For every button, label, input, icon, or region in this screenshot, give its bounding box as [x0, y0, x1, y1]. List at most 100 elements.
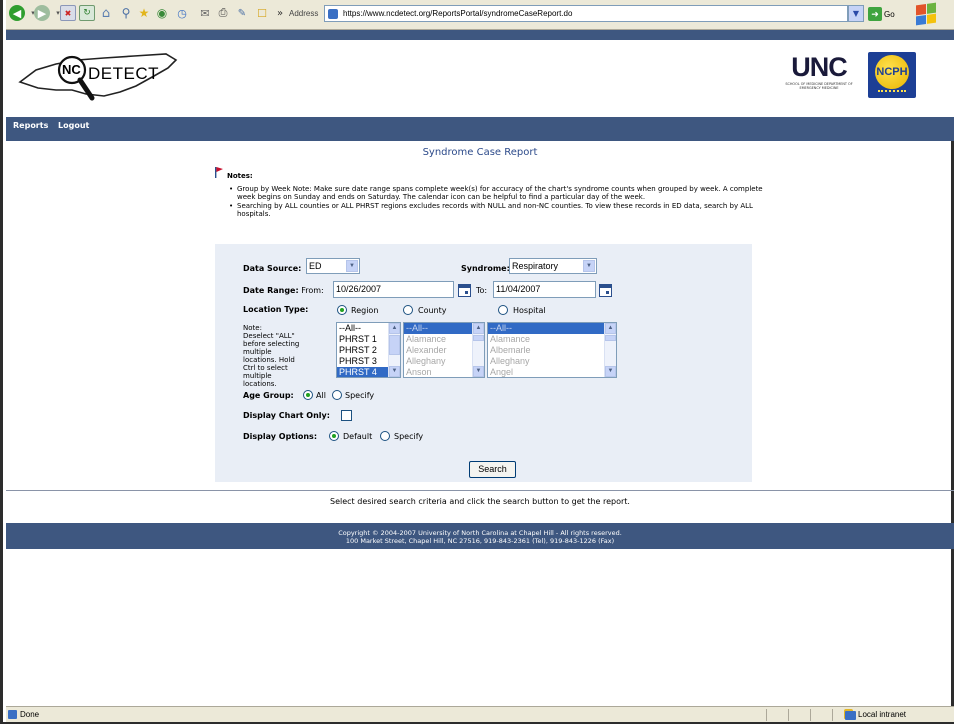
notes-list: Group by Week Note: Make sure date range…	[228, 185, 763, 219]
from-date-input[interactable]: 10/26/2007	[333, 281, 454, 298]
mail-icon[interactable]: ✉	[197, 5, 213, 21]
county-listbox[interactable]: --All-- Alamance Alexander Alleghany Ans…	[403, 322, 485, 378]
edit-icon[interactable]: ✎	[234, 5, 250, 21]
logo-detect-text: DETECT	[88, 64, 159, 83]
nav-logout-link[interactable]: Logout	[58, 121, 89, 130]
scrollbar[interactable]: ▲ ▼	[388, 323, 400, 377]
ncph-logo: NCPH	[868, 52, 916, 98]
nav-reports-link[interactable]: Reports	[13, 121, 48, 130]
calendar-icon[interactable]	[458, 284, 471, 297]
age-specify-radio[interactable]	[332, 390, 342, 400]
data-source-value: ED	[309, 261, 322, 271]
go-button[interactable]: ➜ Go	[868, 6, 895, 22]
page-footer: Copyright © 2004-2007 University of Nort…	[6, 523, 954, 549]
home-icon[interactable]: ⌂	[98, 5, 114, 21]
display-default-radio[interactable]	[329, 431, 339, 441]
display-chart-checkbox[interactable]	[341, 410, 352, 421]
history-icon[interactable]: ◷	[174, 5, 190, 21]
unc-logo-subtext: SCHOOL OF MEDICINE DEPARTMENT OF EMERGEN…	[785, 82, 853, 90]
scroll-up-icon[interactable]: ▲	[605, 323, 616, 334]
ncph-logo-text: NCPH	[876, 66, 908, 78]
media-icon[interactable]: ◉	[154, 5, 170, 21]
display-specify-radio[interactable]	[380, 431, 390, 441]
address-url: https://www.ncdetect.org/ReportsPortal/s…	[343, 9, 573, 18]
location-type-label: Location Type:	[243, 305, 309, 314]
hospital-listbox[interactable]: --All-- Alamance Albemarle Alleghany Ang…	[487, 322, 617, 378]
forward-icon[interactable]: ▶	[34, 5, 50, 21]
intranet-icon	[845, 711, 856, 720]
calendar-icon[interactable]	[599, 284, 612, 297]
address-bar[interactable]: https://www.ncdetect.org/ReportsPortal/s…	[324, 5, 848, 22]
search-button[interactable]: Search	[469, 461, 516, 478]
scroll-down-icon[interactable]: ▼	[605, 366, 616, 377]
header-strip	[6, 30, 954, 40]
display-options-label: Display Options:	[243, 432, 318, 441]
scroll-thumb[interactable]	[605, 335, 616, 341]
more-chevron-icon[interactable]: »	[272, 5, 288, 21]
to-label: To:	[476, 286, 488, 295]
scrollbar[interactable]: ▲ ▼	[604, 323, 616, 377]
chevron-down-icon: ▼	[583, 260, 595, 272]
status-separator	[832, 709, 833, 721]
syndrome-select[interactable]: Respiratory ▼	[509, 258, 597, 274]
address-label: Address	[289, 9, 319, 18]
logo-nc-text: NC	[62, 62, 81, 77]
chevron-down-icon: ▼	[346, 260, 358, 272]
search-icon[interactable]: ⚲	[118, 5, 134, 21]
region-label: Region	[351, 306, 379, 315]
scroll-down-icon[interactable]: ▼	[473, 366, 484, 377]
status-bar: Done Local intranet	[6, 706, 954, 722]
browser-window: ◀ ▾ ▶ ▾ ✖ ↻ ⌂ ⚲ ★ ◉ ◷ ✉ ⎙ ✎ ☐ » Address …	[0, 0, 954, 724]
list-item[interactable]: Alamance	[488, 334, 616, 345]
region-radio[interactable]	[337, 305, 347, 315]
ncph-circle: NCPH	[875, 55, 909, 89]
status-separator	[810, 709, 811, 721]
ncph-decoration	[878, 90, 906, 92]
back-icon[interactable]: ◀	[9, 5, 25, 21]
list-item[interactable]: Alleghany	[488, 356, 616, 367]
page-icon	[328, 9, 338, 19]
display-default-label: Default	[343, 432, 373, 441]
scroll-thumb[interactable]	[389, 335, 400, 355]
status-separator	[788, 709, 789, 721]
scroll-down-icon[interactable]: ▼	[389, 366, 400, 377]
go-arrow-icon: ➜	[868, 7, 882, 21]
search-hint: Select desired search criteria and click…	[330, 497, 630, 506]
status-text: Done	[20, 710, 40, 719]
age-specify-label: Specify	[345, 391, 375, 400]
address-dropdown-icon[interactable]: ▼	[848, 5, 864, 22]
scrollbar[interactable]: ▲ ▼	[472, 323, 484, 377]
page-title: Syndrome Case Report	[422, 147, 538, 158]
list-item[interactable]: Angel	[488, 367, 616, 377]
syndrome-value: Respiratory	[512, 261, 559, 271]
scroll-thumb[interactable]	[473, 335, 484, 341]
list-item[interactable]: --All--	[488, 323, 616, 334]
favorites-icon[interactable]: ★	[136, 5, 152, 21]
footer-copyright: Copyright © 2004-2007 University of Nort…	[338, 529, 622, 537]
refresh-icon[interactable]: ↻	[79, 5, 95, 21]
to-date-input[interactable]: 11/04/2007	[493, 281, 596, 298]
flag-icon	[215, 167, 223, 178]
unc-logo: UNC SCHOOL OF MEDICINE DEPARTMENT OF EME…	[780, 52, 858, 98]
security-zone[interactable]: Local intranet	[845, 710, 906, 720]
display-specify-label: Specify	[394, 432, 424, 441]
hospital-label: Hospital	[513, 306, 546, 315]
nc-detect-logo[interactable]: NC DETECT	[16, 46, 186, 112]
data-source-select[interactable]: ED ▼	[306, 258, 360, 274]
region-listbox[interactable]: --All-- PHRST 1 PHRST 2 PHRST 3 PHRST 4 …	[336, 322, 401, 378]
from-label: From:	[301, 286, 324, 295]
county-radio[interactable]	[403, 305, 413, 315]
note-item: Group by Week Note: Make sure date range…	[228, 185, 763, 201]
age-all-radio[interactable]	[303, 390, 313, 400]
scroll-up-icon[interactable]: ▲	[473, 323, 484, 334]
print-icon[interactable]: ⎙	[215, 5, 231, 21]
list-item[interactable]: Albemarle	[488, 345, 616, 356]
notes-title: Notes:	[227, 172, 253, 180]
hospital-radio[interactable]	[498, 305, 508, 315]
go-label: Go	[884, 9, 895, 19]
data-source-label: Data Source:	[243, 264, 302, 273]
messenger-icon[interactable]: ☐	[254, 5, 270, 21]
scroll-up-icon[interactable]: ▲	[389, 323, 400, 334]
display-chart-label: Display Chart Only:	[243, 411, 330, 420]
stop-icon[interactable]: ✖	[60, 5, 76, 21]
